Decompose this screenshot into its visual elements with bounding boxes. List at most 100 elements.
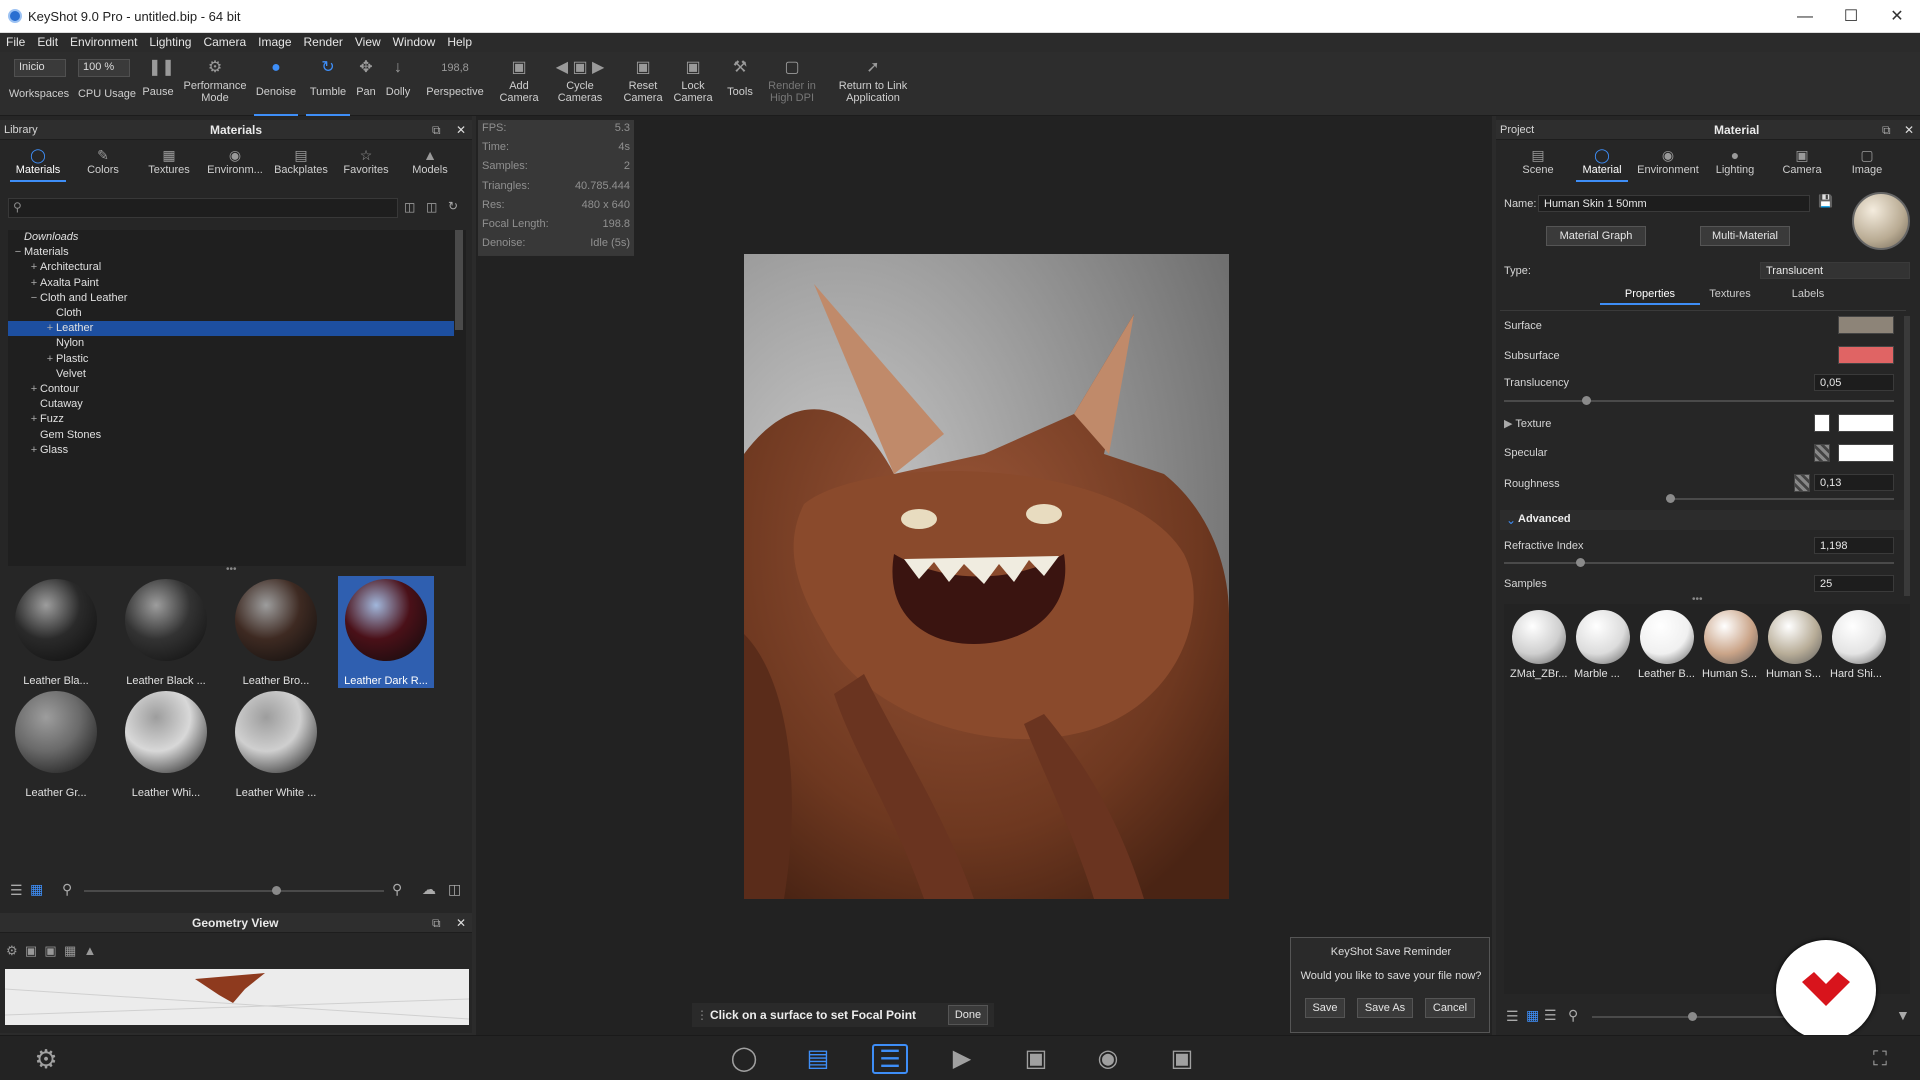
expand-plus-icon[interactable]: + — [28, 382, 40, 397]
tree-item[interactable]: + Architectural — [8, 260, 454, 275]
material-type-select[interactable]: Translucent — [1760, 262, 1910, 279]
tree-item[interactable]: Gem Stones — [8, 428, 454, 443]
folder-icon[interactable]: ◫ — [404, 200, 415, 214]
expand-plus-icon[interactable]: + — [44, 352, 56, 367]
expand-plus-icon[interactable]: + — [28, 276, 40, 291]
refractive-index-knob[interactable] — [1576, 558, 1585, 567]
render-icon[interactable]: ◉ — [1090, 1042, 1126, 1076]
expand-icon[interactable]: ▶ — [1504, 418, 1512, 430]
tools-button[interactable]: ⚒ Tools — [724, 52, 756, 116]
subtab-labels[interactable]: Labels — [1758, 288, 1858, 300]
undock-icon[interactable]: ⧉ — [432, 120, 441, 140]
tab-camera[interactable]: ▣ Camera — [1776, 142, 1828, 182]
library-search-input[interactable]: ⚲ — [8, 198, 398, 218]
material-thumbnail[interactable]: Leather Gr... — [8, 688, 104, 800]
expand-plus-icon[interactable]: + — [44, 321, 56, 336]
maximize-button[interactable]: ☐ — [1828, 0, 1874, 33]
render-high-dpi-button[interactable]: ▢ Render in High DPI — [762, 52, 822, 116]
screenshot-icon[interactable]: ▣ — [1164, 1042, 1200, 1076]
cancel-button[interactable]: Cancel — [1425, 998, 1475, 1018]
grid-icon[interactable]: ▦ — [64, 943, 76, 958]
menu-edit[interactable]: Edit — [31, 33, 64, 49]
close-window-button[interactable]: ✕ — [1874, 0, 1920, 33]
tree-item[interactable]: + Fuzz — [8, 412, 454, 427]
texture-map-swatch[interactable] — [1814, 414, 1830, 432]
zoom-in-icon[interactable]: ⚲ — [392, 881, 402, 898]
collapse-minus-icon[interactable]: − — [28, 291, 40, 306]
refractive-index-slider[interactable] — [1504, 562, 1894, 564]
import-icon[interactable]: ◯ — [726, 1042, 762, 1076]
tab-models[interactable]: ▲ Models — [402, 142, 458, 182]
refresh-icon[interactable]: ↻ — [448, 199, 458, 213]
cycle-cameras-button[interactable]: ◀ ▣ ▶ Cycle Cameras — [552, 52, 608, 116]
properties-scrollbar[interactable] — [1904, 316, 1910, 596]
tab-colors[interactable]: ✎ Colors — [76, 142, 130, 182]
tab-textures[interactable]: ▦ Textures — [140, 142, 198, 182]
menu-help[interactable]: Help — [441, 33, 478, 49]
render-image[interactable] — [744, 254, 1229, 899]
menu-view[interactable]: View — [349, 33, 387, 49]
dolly-button[interactable]: ↓ Dolly — [382, 52, 414, 116]
geometry-viewport[interactable] — [5, 969, 469, 1025]
grid-view-icon-right[interactable]: ▦ — [1526, 1007, 1539, 1024]
animation-icon[interactable]: ▶ — [944, 1042, 980, 1076]
light-icon[interactable]: ▲ — [83, 943, 96, 958]
samples-field[interactable]: 25 — [1814, 575, 1894, 592]
tab-lighting[interactable]: ● Lighting — [1708, 142, 1762, 182]
material-thumbnail[interactable]: Leather Whi... — [118, 688, 214, 800]
fullscreen-icon[interactable]: ⛶ — [1862, 1042, 1898, 1076]
menu-image[interactable]: Image — [252, 33, 297, 49]
splitter-handle[interactable]: ••• — [226, 564, 237, 575]
tree-item[interactable]: + Glass — [8, 443, 454, 458]
translucency-slider[interactable] — [1504, 400, 1894, 402]
surface-color-swatch[interactable] — [1838, 316, 1894, 334]
camera-icon[interactable]: ▣ — [44, 943, 56, 958]
expand-plus-icon[interactable]: + — [28, 412, 40, 427]
material-ball[interactable] — [1704, 610, 1758, 664]
zoom-out-icon[interactable]: ⚲ — [62, 881, 72, 898]
tab-scene[interactable]: ▤ Scene — [1512, 142, 1564, 182]
tree-scrollbar[interactable] — [455, 230, 463, 330]
undock-geometry-icon[interactable]: ⧉ — [432, 913, 441, 933]
material-thumbnail[interactable]: Leather Bro... — [228, 576, 324, 688]
add-camera-button[interactable]: ▣ Add Camera — [496, 52, 542, 116]
close-library-icon[interactable]: ✕ — [456, 120, 466, 140]
tree-view-icon[interactable]: ☰ — [1544, 1007, 1557, 1024]
tab-backplates[interactable]: ▤ Backplates — [270, 142, 332, 182]
tree-item[interactable]: − Materials — [8, 245, 454, 260]
expand-plus-icon[interactable]: + — [28, 260, 40, 275]
add-folder-icon[interactable]: ◫ — [448, 881, 461, 898]
multi-material-button[interactable]: Multi-Material — [1700, 226, 1790, 246]
pan-button[interactable]: ✥ Pan — [352, 52, 380, 116]
roughness-knob[interactable] — [1666, 494, 1675, 503]
ball-size-knob[interactable] — [1688, 1012, 1697, 1021]
library-book-icon[interactable]: ▤ — [800, 1042, 836, 1076]
menu-file[interactable]: File — [0, 33, 31, 49]
cube-icon[interactable]: ▣ — [25, 943, 37, 958]
save-button[interactable]: Save — [1305, 998, 1345, 1018]
list-view-icon[interactable]: ☰ — [10, 882, 23, 899]
pause-button[interactable]: ❚❚ Pause — [140, 52, 176, 116]
tab-environment[interactable]: ◉ Environment — [1634, 142, 1702, 182]
denoise-button[interactable]: ● Denoise — [254, 52, 298, 116]
material-thumbnail[interactable]: Leather White ... — [228, 688, 324, 800]
grid-view-icon[interactable]: ▦ — [30, 881, 43, 898]
tab-materials[interactable]: ◯ Materials — [10, 142, 66, 182]
performance-mode-button[interactable]: ⚙ Performance Mode — [180, 52, 250, 116]
material-ball[interactable] — [1576, 610, 1630, 664]
roughness-slider[interactable] — [1666, 498, 1894, 500]
return-link-button[interactable]: ➚ Return to Link Application — [830, 52, 916, 116]
tree-item[interactable]: Cloth — [8, 306, 454, 321]
material-thumbnail[interactable]: Leather Dark R... — [338, 576, 434, 688]
save-as-button[interactable]: Save As — [1357, 998, 1413, 1018]
menu-render[interactable]: Render — [298, 33, 349, 49]
refractive-index-field[interactable]: 1,198 — [1814, 537, 1894, 554]
perspective-tool[interactable]: 198,8 Perspective — [420, 52, 490, 116]
expand-plus-icon[interactable]: + — [28, 443, 40, 458]
reset-camera-button[interactable]: ▣ Reset Camera — [620, 52, 666, 116]
translucency-knob[interactable] — [1582, 396, 1591, 405]
thumb-size-slider[interactable] — [84, 890, 384, 892]
close-geometry-icon[interactable]: ✕ — [456, 913, 466, 933]
tree-item[interactable]: + Leather — [8, 321, 454, 337]
tumble-button[interactable]: ↻ Tumble — [306, 52, 350, 116]
